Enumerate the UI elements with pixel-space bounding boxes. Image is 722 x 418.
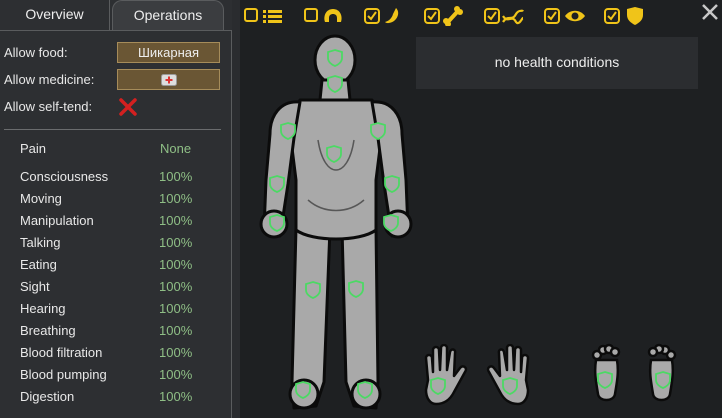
shield-icon-left-leg bbox=[305, 281, 321, 299]
capacity-label: Sight bbox=[20, 279, 50, 294]
shield-icon-right-shoulder bbox=[370, 122, 386, 140]
tab-bar: Overview Operations bbox=[0, 0, 232, 30]
capacity-label: Talking bbox=[20, 235, 61, 250]
left-hand-diagram[interactable] bbox=[420, 344, 470, 408]
capacity-value: 100% bbox=[159, 235, 193, 250]
shield-icon[interactable] bbox=[624, 6, 646, 26]
left-panel: Overview Operations Allow food: Шикарная… bbox=[0, 0, 232, 418]
right-hand-diagram[interactable] bbox=[484, 344, 534, 408]
shield-icon-left-hand bbox=[269, 214, 285, 232]
capacity-value: 100% bbox=[159, 257, 193, 272]
left-foot-diagram[interactable] bbox=[588, 342, 624, 408]
dna-icon[interactable] bbox=[502, 6, 524, 26]
shield-icon-right-leg bbox=[348, 280, 364, 298]
filter-checkbox[interactable] bbox=[304, 8, 318, 22]
shield-icon-left-arm bbox=[269, 175, 285, 193]
shield-icon bbox=[430, 377, 446, 395]
capacity-label: Breathing bbox=[20, 323, 76, 338]
capacity-label: Hearing bbox=[20, 301, 66, 316]
medkit-icon bbox=[160, 74, 177, 86]
shield-icon-left-shoulder bbox=[280, 122, 296, 140]
capacity-label: Manipulation bbox=[20, 213, 94, 228]
capacity-label: Blood pumping bbox=[20, 367, 107, 382]
capacity-value: 100% bbox=[159, 345, 193, 360]
shield-icon-left-foot bbox=[295, 381, 311, 399]
shield-icon-right-arm bbox=[384, 175, 400, 193]
shield-icon bbox=[502, 377, 518, 395]
divider bbox=[4, 129, 221, 130]
cross-icon[interactable] bbox=[118, 97, 138, 117]
checkbox-checked-icon[interactable] bbox=[604, 8, 620, 24]
shield-icon bbox=[655, 371, 671, 389]
right-foot-diagram[interactable] bbox=[644, 342, 680, 408]
eye-icon[interactable] bbox=[564, 6, 586, 26]
checkbox-checked-icon[interactable] bbox=[544, 8, 560, 24]
allow-medicine-button[interactable] bbox=[117, 69, 220, 90]
filter-checkbox[interactable] bbox=[244, 8, 258, 22]
brain-icon[interactable] bbox=[322, 6, 344, 26]
capacity-value: 100% bbox=[159, 213, 193, 228]
capacity-value: 100% bbox=[159, 301, 193, 316]
flask-icon[interactable] bbox=[382, 6, 404, 26]
capacity-label: Digestion bbox=[20, 389, 75, 404]
shield-icon-right-foot bbox=[357, 381, 373, 399]
capacity-value: 100% bbox=[159, 169, 193, 184]
shield-icon-head bbox=[327, 49, 343, 67]
shield-icon bbox=[597, 371, 613, 389]
capacity-value: 100% bbox=[159, 323, 193, 338]
capacity-value: 100% bbox=[159, 389, 193, 404]
capacity-label: Blood filtration bbox=[20, 345, 103, 360]
body-diagram[interactable] bbox=[258, 30, 418, 418]
tab-operations[interactable]: Operations bbox=[112, 0, 224, 30]
allow-self-tend-label: Allow self-tend: bbox=[4, 99, 93, 114]
capacity-value: None bbox=[160, 141, 192, 156]
close-icon[interactable] bbox=[700, 2, 720, 22]
allow-food-button[interactable]: Шикарная bbox=[117, 42, 220, 63]
capacity-label: Eating bbox=[20, 257, 57, 272]
capacity-label: Moving bbox=[20, 191, 62, 206]
shield-icon-right-hand bbox=[383, 214, 399, 232]
checkbox-checked-icon[interactable] bbox=[424, 8, 440, 24]
capacity-label: Consciousness bbox=[20, 169, 109, 184]
health-conditions-box: no health conditions bbox=[416, 37, 698, 89]
capacity-value: 100% bbox=[159, 367, 193, 382]
bone-icon[interactable] bbox=[442, 6, 464, 26]
checkbox-checked-icon[interactable] bbox=[364, 8, 380, 24]
capacity-label: Pain bbox=[20, 141, 47, 156]
list-icon[interactable] bbox=[262, 6, 284, 26]
allow-food-label: Allow food: bbox=[4, 45, 68, 60]
capacity-value: 100% bbox=[159, 191, 193, 206]
checkbox-checked-icon[interactable] bbox=[484, 8, 500, 24]
shield-icon-jaw bbox=[327, 75, 343, 93]
shield-icon-torso bbox=[326, 145, 342, 163]
capacity-value: 100% bbox=[159, 279, 193, 294]
allow-medicine-label: Allow medicine: bbox=[4, 72, 95, 87]
tab-overview[interactable]: Overview bbox=[0, 0, 110, 30]
